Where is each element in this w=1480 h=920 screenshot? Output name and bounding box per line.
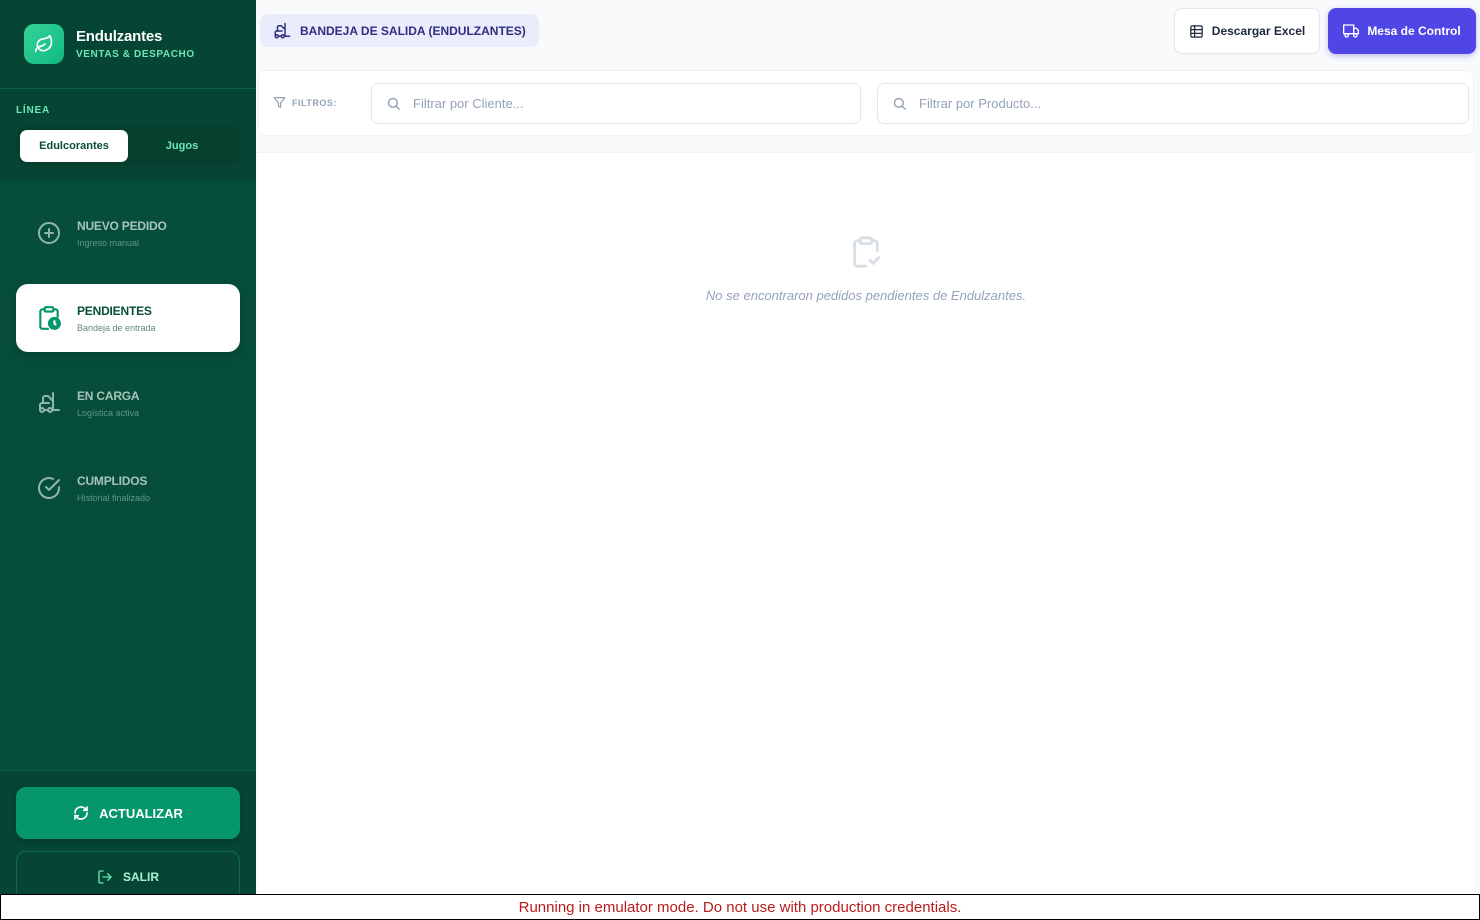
nav-item-pendientes[interactable]: PENDIENTES Bandeja de entrada — [16, 284, 240, 352]
sidebar-nav: NUEVO PEDIDO Ingreso manual PENDIENTES B… — [0, 181, 256, 522]
nav-item-title: NUEVO PEDIDO — [77, 218, 167, 233]
brand-subtitle: VENTAS & DESPACHO — [76, 49, 195, 60]
nav-item-nuevo-pedido[interactable]: NUEVO PEDIDO Ingreso manual — [16, 199, 240, 267]
top-header: BANDEJA DE SALIDA (ENDULZANTES) Descarga… — [256, 0, 1480, 62]
linea-option-edulcorantes[interactable]: Edulcorantes — [20, 130, 128, 162]
truck-icon — [1343, 24, 1360, 38]
nav-item-subtitle: Historial finalizado — [77, 492, 151, 503]
forklift-icon — [36, 390, 62, 416]
logout-icon — [98, 870, 112, 884]
linea-option-jugos[interactable]: Jugos — [128, 130, 236, 162]
linea-selector: LÍNEA Edulcorantes Jugos — [0, 89, 256, 181]
refresh-icon — [74, 806, 88, 820]
filters-label-text: FILTROS: — [292, 97, 337, 108]
product-filter-input[interactable] — [919, 96, 1468, 111]
empty-state: No se encontraron pedidos pendientes de … — [258, 235, 1474, 303]
product-filter-field — [877, 83, 1469, 124]
nav-item-subtitle: Ingreso manual — [77, 237, 140, 248]
search-icon — [387, 97, 400, 110]
nav-item-cumplidos[interactable]: CUMPLIDOS Historial finalizado — [16, 454, 240, 522]
empty-state-message: No se encontraron pedidos pendientes de … — [705, 288, 1027, 303]
brand-name: Endulzantes — [76, 28, 163, 45]
nav-item-title: EN CARGA — [77, 388, 140, 403]
nav-item-subtitle: Bandeja de entrada — [77, 322, 156, 333]
sidebar: Endulzantes VENTAS & DESPACHO LÍNEA Edul… — [0, 0, 256, 903]
refresh-button-label: ACTUALIZAR — [99, 805, 183, 821]
logout-button-label: SALIR — [123, 870, 159, 884]
leaf-logo-icon — [24, 24, 64, 64]
filter-icon — [273, 97, 286, 108]
breadcrumb-text: BANDEJA DE SALIDA (ENDULZANTES) — [300, 23, 526, 38]
download-excel-button[interactable]: Descargar Excel — [1174, 8, 1320, 54]
breadcrumb: BANDEJA DE SALIDA (ENDULZANTES) — [260, 14, 539, 47]
download-excel-label: Descargar Excel — [1211, 24, 1306, 38]
filters-label: FILTROS: — [273, 96, 337, 109]
nav-item-en-carga[interactable]: EN CARGA Logística activa — [16, 369, 240, 437]
linea-label: LÍNEA — [16, 105, 50, 116]
filters-bar: FILTROS: — [258, 70, 1474, 136]
check-circle-icon — [36, 475, 62, 501]
forklift-icon — [274, 22, 291, 38]
clipboard-check-icon — [849, 235, 883, 274]
sidebar-actions: ACTUALIZAR SALIR — [0, 770, 256, 903]
brand-header: Endulzantes VENTAS & DESPACHO — [0, 0, 256, 89]
search-icon — [893, 97, 906, 110]
nav-item-title: PENDIENTES — [77, 303, 152, 318]
plus-circle-icon — [36, 220, 62, 246]
clipboard-clock-icon — [36, 305, 62, 331]
client-filter-input[interactable] — [413, 96, 860, 111]
nav-item-subtitle: Logística activa — [77, 407, 140, 418]
control-desk-label: Mesa de Control — [1367, 24, 1461, 38]
spreadsheet-icon — [1190, 24, 1203, 38]
emulator-banner: Running in emulator mode. Do not use wit… — [0, 894, 1480, 920]
control-desk-button[interactable]: Mesa de Control — [1328, 8, 1476, 54]
orders-panel: No se encontraron pedidos pendientes de … — [258, 152, 1474, 894]
nav-item-title: CUMPLIDOS — [77, 473, 148, 488]
client-filter-field — [371, 83, 861, 124]
refresh-button[interactable]: ACTUALIZAR — [16, 787, 240, 839]
linea-segmented-control: Edulcorantes Jugos — [16, 126, 240, 166]
